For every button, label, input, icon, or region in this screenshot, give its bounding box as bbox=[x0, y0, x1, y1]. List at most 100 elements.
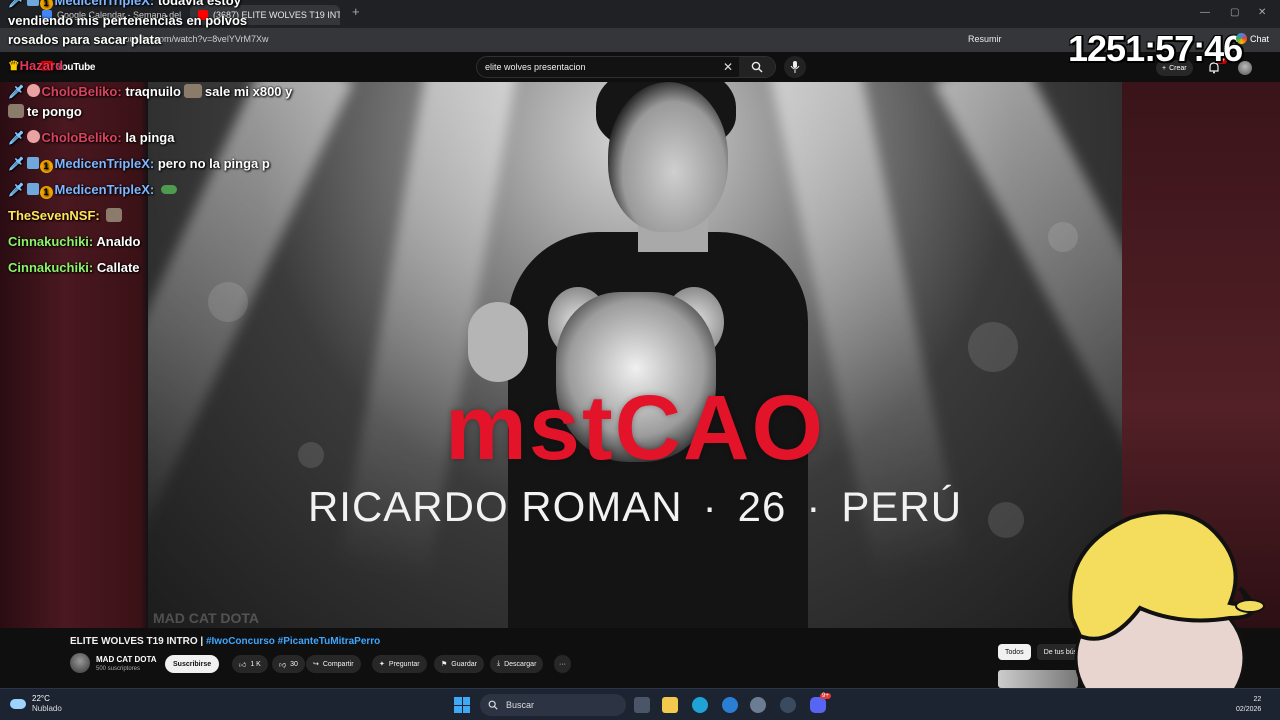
more-actions-button[interactable]: ··· bbox=[554, 655, 571, 673]
chip-todos[interactable]: Todos bbox=[998, 644, 1031, 660]
chat-username: CholoBeliko bbox=[41, 130, 118, 145]
rank-one-badge-icon: 1 bbox=[39, 160, 53, 173]
chat-text: traqnuilo bbox=[125, 84, 181, 99]
search-icon bbox=[488, 700, 498, 710]
subscriber-badge-icon bbox=[26, 183, 39, 195]
chat-username: MedicenTripleX bbox=[54, 156, 150, 171]
turtle-emote bbox=[160, 185, 177, 194]
chat-message: Cinnakuchiki: Callate bbox=[8, 258, 140, 278]
clear-search-icon[interactable]: ✕ bbox=[717, 60, 739, 74]
chat-username: MedicenTripleX bbox=[54, 0, 150, 8]
clock-time: 22 bbox=[1253, 696, 1262, 703]
like-count: 1 K bbox=[250, 660, 261, 668]
app-icon[interactable] bbox=[722, 697, 738, 713]
chat-message: ♛Hazard bbox=[8, 56, 63, 76]
chat-username: MedicenTripleX bbox=[54, 182, 150, 197]
cartoon-hair-tip bbox=[1235, 599, 1265, 613]
share-button[interactable]: ↪ Compartir bbox=[306, 655, 361, 673]
task-view-icon[interactable] bbox=[634, 697, 650, 713]
video-frame[interactable]: mstCAO RICARDO ROMAN · 26 · PERÚ MAD CAT DOT… bbox=[148, 82, 1122, 628]
video-hashtags[interactable]: #IwoConcurso #PicanteTuMitraPerro bbox=[206, 636, 380, 647]
resumir-button[interactable]: Resumir bbox=[968, 34, 1002, 44]
microphone-icon bbox=[790, 61, 800, 73]
save-button[interactable]: ⚑ Guardar bbox=[434, 655, 484, 673]
discord-badge: 9+ bbox=[820, 693, 831, 699]
dislike-count: 30 bbox=[290, 660, 298, 668]
chat-text: pero no la pinga p bbox=[157, 156, 270, 171]
separator: · bbox=[702, 483, 718, 530]
sword-badge-icon: 🗡 bbox=[8, 0, 25, 8]
search-icon bbox=[751, 61, 763, 73]
search-input[interactable]: elite wolves presentacion bbox=[477, 62, 717, 72]
chat-message-continued: rosados para sacar plata bbox=[8, 32, 162, 47]
search-box[interactable]: elite wolves presentacion ✕ bbox=[476, 56, 776, 78]
sword-badge-icon: 🗡 bbox=[8, 156, 25, 171]
windows-logo-icon bbox=[454, 697, 462, 705]
bokeh-light bbox=[208, 282, 248, 322]
taskbar-search[interactable]: Buscar bbox=[480, 694, 626, 716]
download-icon: ⤓ bbox=[497, 660, 501, 667]
like-button[interactable]: 👍︎ 1 K bbox=[232, 655, 268, 673]
file-explorer-icon[interactable] bbox=[662, 697, 678, 713]
steam-icon[interactable] bbox=[780, 697, 796, 713]
face-badge-icon bbox=[26, 130, 40, 143]
ask-label: Preguntar bbox=[388, 660, 420, 668]
chat-text: Callate bbox=[96, 260, 140, 275]
chat-message: 🗡 1 MedicenTripleX: bbox=[8, 180, 180, 200]
save-label: Guardar bbox=[451, 660, 477, 668]
search-button[interactable] bbox=[739, 57, 775, 77]
ask-button[interactable]: ✦ Preguntar bbox=[372, 655, 427, 673]
chat-text: todavia estoy bbox=[157, 0, 241, 8]
maximize-button[interactable]: ▢ bbox=[1230, 7, 1239, 18]
chat-username: TheSevenNSF bbox=[8, 208, 96, 223]
weather-widget[interactable]: 22°C Nublado bbox=[10, 694, 62, 714]
subscriber-count: 500 suscriptores bbox=[96, 666, 141, 672]
dislike-button[interactable]: 👎︎ 30 bbox=[272, 655, 305, 673]
player-age: 26 bbox=[737, 483, 787, 530]
discord-icon[interactable] bbox=[810, 697, 826, 713]
edge-browser-icon[interactable] bbox=[692, 697, 708, 713]
player-brand-text: mstCAO bbox=[444, 377, 826, 479]
bokeh-light bbox=[968, 322, 1018, 372]
chat-message: TheSevenNSF: bbox=[8, 206, 125, 226]
chat-message-continued: vendiendo mis pertenencias en polvos bbox=[8, 13, 248, 28]
chat-text: sale mi x800 y bbox=[204, 84, 293, 99]
chat-username: Cinnakuchiki bbox=[8, 260, 89, 275]
close-window-button[interactable]: ✕ bbox=[1258, 7, 1266, 18]
system-clock[interactable]: 22 02/2026 bbox=[1236, 695, 1261, 715]
download-label: Descargar bbox=[504, 660, 537, 668]
chat-username: Hazard bbox=[19, 58, 64, 73]
channel-watermark: MAD CAT DOTA bbox=[153, 610, 260, 626]
channel-avatar[interactable] bbox=[70, 653, 90, 673]
channel-name[interactable]: MAD CAT DOTA bbox=[96, 655, 157, 664]
windows-logo-icon bbox=[462, 705, 470, 713]
chat-colon: : bbox=[95, 208, 104, 223]
video-title: ELITE WOLVES T19 INTRO | #IwoConcurso #P… bbox=[70, 636, 380, 647]
windows-logo-icon bbox=[462, 697, 470, 705]
minimize-button[interactable]: — bbox=[1200, 7, 1210, 18]
ai-chat-button[interactable]: Chat bbox=[1236, 33, 1269, 44]
chat-message: 🗡 1 MedicenTripleX: pero no la pinga p bbox=[8, 154, 270, 174]
windows-taskbar: 22°C Nublado Buscar 9+ 22 02/2026 bbox=[0, 688, 1280, 720]
new-tab-button[interactable]: + bbox=[352, 4, 360, 19]
person-arm bbox=[468, 302, 528, 382]
chat-message-continued: te pongo bbox=[8, 102, 82, 122]
settings-gear-icon[interactable] bbox=[750, 697, 766, 713]
subscribe-button[interactable]: Suscribirse bbox=[165, 655, 220, 673]
windows-logo-icon bbox=[454, 705, 462, 713]
sword-badge-icon: 🗡 bbox=[8, 84, 25, 99]
chat-message: Cinnakuchiki: Analdo bbox=[8, 232, 140, 252]
voice-search-button[interactable] bbox=[784, 56, 806, 78]
cloud-icon bbox=[10, 699, 26, 709]
start-button[interactable] bbox=[454, 697, 470, 713]
chat-colon: : bbox=[149, 182, 158, 197]
chat-emote bbox=[183, 84, 202, 98]
chat-emote bbox=[8, 104, 24, 118]
share-label: Compartir bbox=[322, 660, 354, 668]
chat-colon: : bbox=[149, 156, 158, 171]
chat-text: la pinga bbox=[125, 130, 175, 145]
download-button[interactable]: ⤓ Descargar bbox=[490, 655, 544, 673]
weather-condition: Nublado bbox=[32, 704, 62, 713]
subscriber-badge-icon bbox=[26, 0, 39, 6]
stream-timer: 1251:57:46 bbox=[1068, 28, 1243, 69]
